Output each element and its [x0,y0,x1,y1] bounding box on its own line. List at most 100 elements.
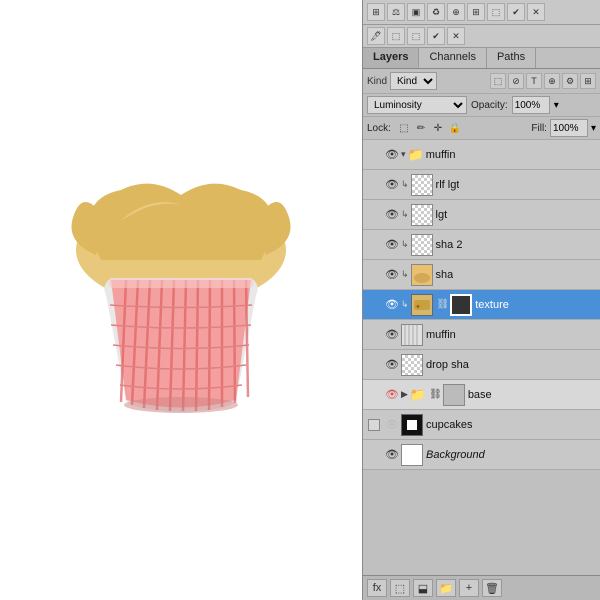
blend-mode-select[interactable]: Luminosity [367,96,467,114]
toolbar-icon-9[interactable]: ✕ [527,3,545,21]
toolbar-icon-8[interactable]: ✔ [507,3,525,21]
toolbar-icon-1[interactable]: ⊞ [367,3,385,21]
panel-bottom: fx ⬚ ⬓ 📁 + 🗑 [363,575,600,600]
lock-move[interactable]: ✛ [431,121,445,135]
kind-label: Kind [367,76,387,87]
layer-item-base[interactable]: 👁 ▶ 📁 ⛓ base [363,380,600,410]
eye-button-texture[interactable]: 👁 [383,296,401,314]
toolbar-icon-10[interactable]: 🖊 [367,27,385,45]
layer-chain-base: ⛓ [429,389,442,400]
bottom-btn-mask[interactable]: ⬚ [390,579,410,597]
link-curve-lgt: ↳ [401,209,409,220]
eye-icon: 👁 [385,148,399,161]
bottom-btn-delete[interactable]: 🗑 [482,579,502,597]
eye-button-sha2[interactable]: 👁 [383,236,401,254]
toolbar-icon-3[interactable]: ▣ [407,3,425,21]
eye-button-lgt[interactable]: 👁 [383,206,401,224]
eye-button-sha[interactable]: 👁 [383,266,401,284]
layer-item-background[interactable]: 👁 Background [363,440,600,470]
toolbar-icon-13[interactable]: ✔ [427,27,445,45]
layer-thumbnail-rlf-lgt [411,174,433,196]
check-box-cupcakes[interactable] [368,419,380,431]
panel-toolbar-bottom: 🖊 ⬚ ⬚ ✔ ✕ [363,25,600,48]
fill-arrow[interactable]: ▾ [591,123,596,134]
eye-button-drop-sha[interactable]: 👁 [383,356,401,374]
eye-icon: 👁 [385,238,399,251]
layer-item-muffin-group[interactable]: 👁 ▾ 📁 muffin [363,140,600,170]
eye-icon: 👁 [385,268,399,281]
layer-name-lgt: lgt [436,209,448,221]
link-curve-sha: ↳ [401,269,409,280]
toolbar-icon-2[interactable]: ⚖ [387,3,405,21]
bottom-btn-new[interactable]: + [459,579,479,597]
check-area [365,146,383,164]
layer-item-rlf-lgt[interactable]: 👁 ↳ rlf lgt [363,170,600,200]
layer-item-sha[interactable]: 👁 ↳ sha [363,260,600,290]
link-curve-texture: ↳ [401,299,409,310]
eye-button-muffin-layer[interactable]: 👁 [383,326,401,344]
toolbar-icon-5[interactable]: ⊕ [447,3,465,21]
bottom-btn-adjust[interactable]: ⬓ [413,579,433,597]
bottom-btn-group[interactable]: 📁 [436,579,456,597]
bottom-btn-fx[interactable]: fx [367,579,387,597]
eye-button-muffin-group[interactable]: 👁 [383,146,401,164]
layer-name: muffin [426,149,456,161]
lock-transparent[interactable]: ⬚ [397,121,411,135]
blend-row: Luminosity Opacity: ▾ [363,94,600,117]
toolbar-icon-11[interactable]: ⬚ [387,27,405,45]
check-area [365,356,383,374]
group-arrow: ▾ [401,149,406,160]
opacity-input[interactable] [512,96,550,114]
toolbar-icon-12[interactable]: ⬚ [407,27,425,45]
tab-layers[interactable]: Layers [363,48,419,68]
layer-item-muffin-layer[interactable]: 👁 muffin [363,320,600,350]
eye-button-cupcakes[interactable]: 👁 [383,416,401,434]
kind-icon-smart[interactable]: ⚙ [562,73,578,89]
layer-item-cupcakes[interactable]: 👁 cupcakes [363,410,600,440]
kind-select[interactable]: Kind [390,72,437,90]
toolbar-icon-4[interactable]: ♻ [427,3,445,21]
layer-thumbnail-drop-sha [401,354,423,376]
eye-button-rlf-lgt[interactable]: 👁 [383,176,401,194]
group-icon: 📁 [408,147,424,163]
kind-icon-text[interactable]: T [526,73,542,89]
lock-all[interactable]: 🔒 [448,121,462,135]
eye-icon: 👁 [385,388,399,401]
layer-item-sha2[interactable]: 👁 ↳ sha 2 [363,230,600,260]
link-curve-sha2: ↳ [401,239,409,250]
eye-button-base[interactable]: 👁 [383,386,401,404]
eye-icon: 👁 [385,358,399,371]
opacity-arrow[interactable]: ▾ [554,100,559,111]
kind-icon-pixel[interactable]: ⬚ [490,73,506,89]
link-curve: ↳ [401,179,409,190]
layer-thumbnail-lgt [411,204,433,226]
tab-paths[interactable]: Paths [487,48,536,68]
check-area [365,296,383,314]
eye-icon: 👁 [385,448,399,461]
check-area-cupcakes[interactable] [365,416,383,434]
fill-input[interactable] [550,119,588,137]
toolbar-icon-6[interactable]: ⊞ [467,3,485,21]
check-area [365,236,383,254]
kind-icon-adjust[interactable]: ⊘ [508,73,524,89]
eye-icon: 👁 [385,178,399,191]
eye-button-background[interactable]: 👁 [383,446,401,464]
layer-item-lgt[interactable]: 👁 ↳ lgt [363,200,600,230]
tab-channels[interactable]: Channels [419,48,486,68]
toolbar-icon-7[interactable]: ⬚ [487,3,505,21]
lock-icons: ⬚ ✏ ✛ 🔒 [397,121,462,135]
layer-item-texture[interactable]: 👁 ↳ ✦ ⛓ texture [363,290,600,320]
kind-icon-extra[interactable]: ⊞ [580,73,596,89]
check-area [365,206,383,224]
kind-icon-shape[interactable]: ⊕ [544,73,560,89]
eye-icon: 👁 [385,298,399,311]
layer-thumbnail-sha [411,264,433,286]
layer-thumbnail-muffin [401,324,423,346]
lock-row: Lock: ⬚ ✏ ✛ 🔒 Fill: ▾ [363,117,600,140]
layer-name-cupcakes: cupcakes [426,419,472,431]
lock-paint[interactable]: ✏ [414,121,428,135]
layer-name-sha: sha [436,269,454,281]
layer-name-drop-sha: drop sha [426,359,469,371]
layer-item-drop-sha[interactable]: 👁 drop sha [363,350,600,380]
toolbar-icon-14[interactable]: ✕ [447,27,465,45]
